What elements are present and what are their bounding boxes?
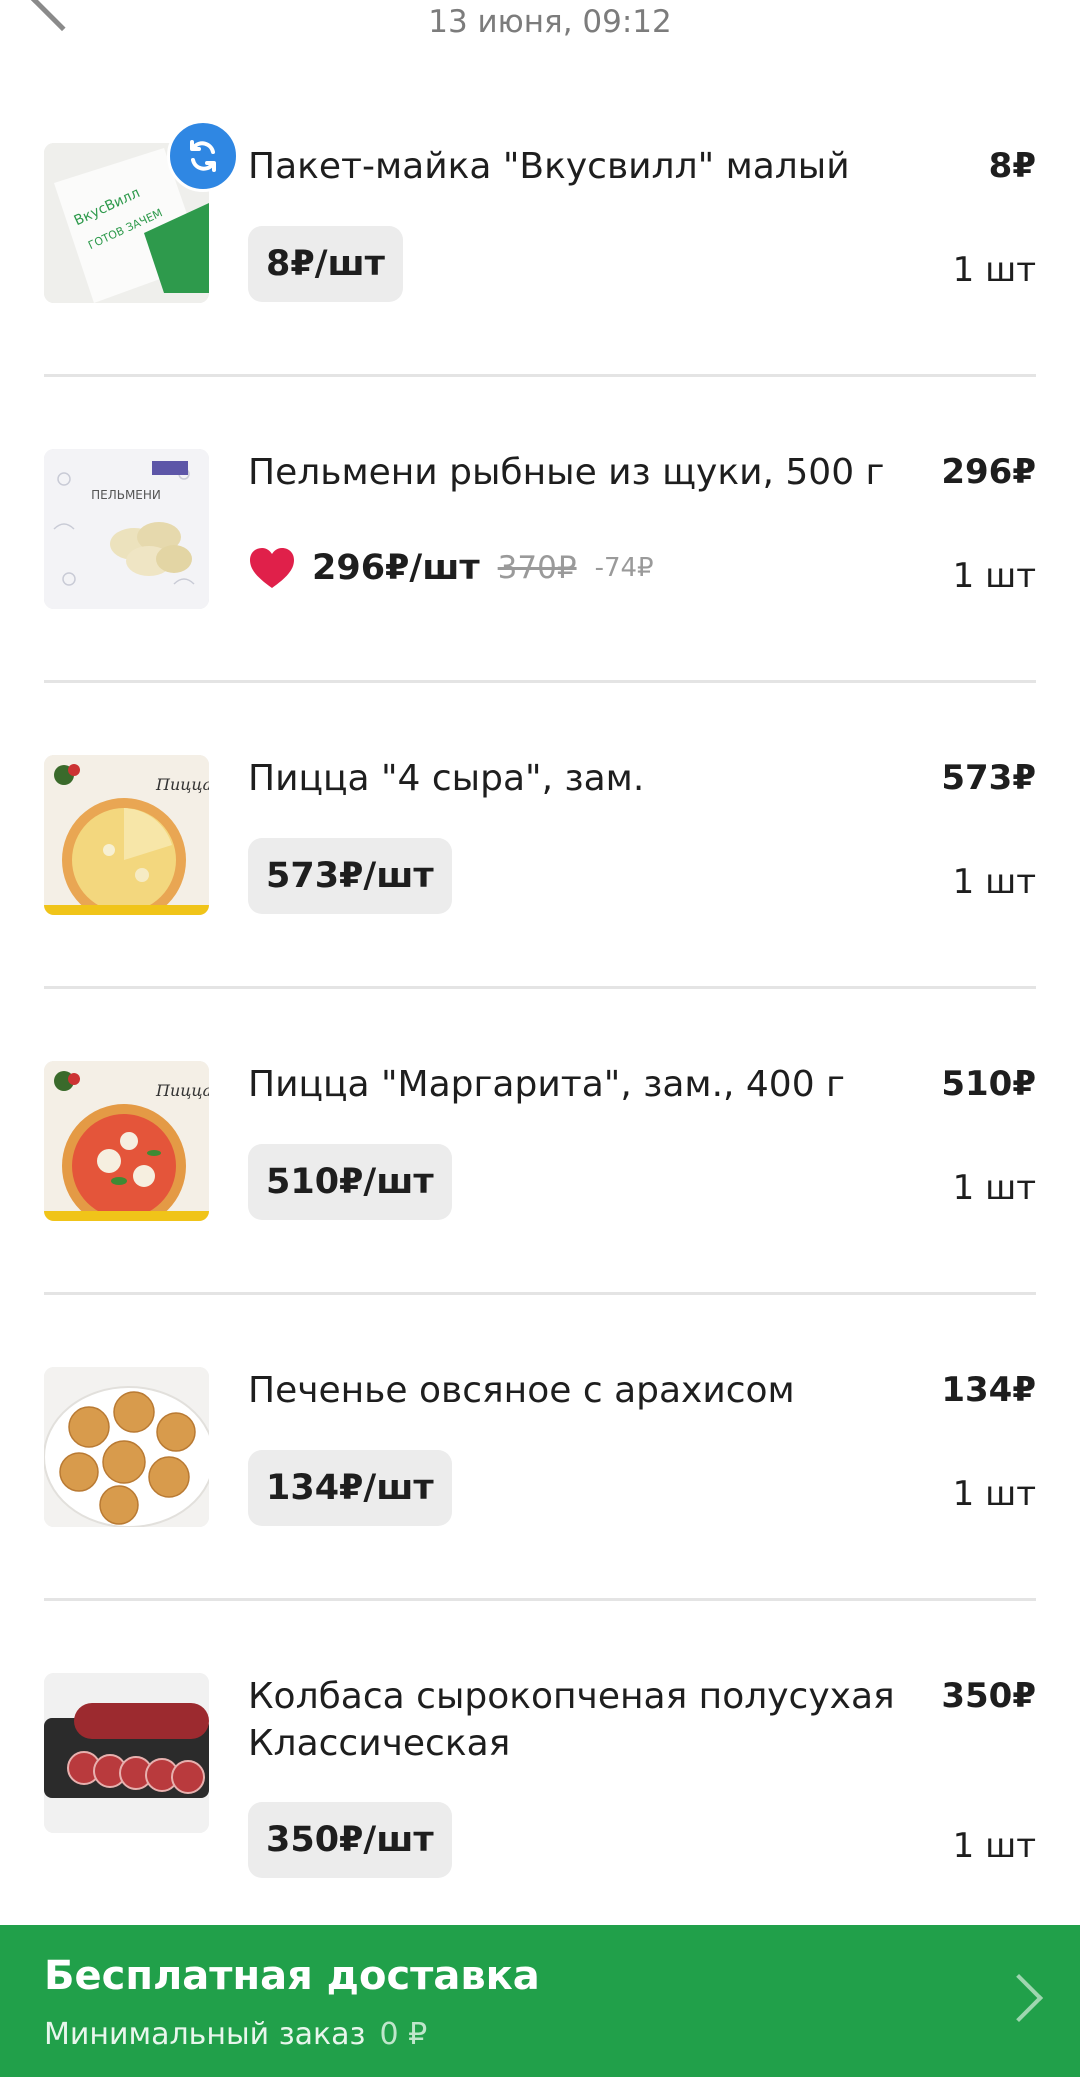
heart-icon[interactable] [248, 546, 296, 590]
item-total: 573₽ [941, 758, 1036, 798]
item-name: Пельмени рыбные из щуки, 500 г [248, 452, 885, 493]
product-image-dumplings: ПЕЛЬМЕНИ [44, 449, 209, 609]
product-image-cookies [44, 1367, 209, 1527]
product-image-sausage [44, 1673, 209, 1833]
item-quantity: 1 шт [952, 862, 1036, 902]
product-image-pizza-4-cheese: Пицца [44, 755, 209, 915]
item-quantity: 1 шт [952, 1168, 1036, 1208]
item-total: 134₽ [941, 1370, 1036, 1410]
order-date: 13 июня, 09:12 [428, 4, 672, 40]
promo-price-row: 296₽/шт 370₽ -74₽ [248, 538, 654, 598]
item-quantity: 1 шт [952, 250, 1036, 290]
product-image-pizza-margherita: Пицца [44, 1061, 209, 1221]
divider [44, 986, 1036, 989]
item-quantity: 1 шт [952, 1826, 1036, 1866]
divider [44, 680, 1036, 683]
unit-price-badge: 510₽/шт [248, 1144, 452, 1220]
discount-amount: -74₽ [594, 553, 654, 583]
item-quantity: 1 шт [952, 1474, 1036, 1514]
item-total: 8₽ [988, 146, 1036, 186]
item-name: Пицца "Маргарита", зам., 400 г [248, 1064, 845, 1105]
unit-price-badge: 134₽/шт [248, 1450, 452, 1526]
delivery-banner[interactable]: Бесплатная доставка Минимальный заказ 0 ₽ [0, 1925, 1080, 2077]
chevron-right-icon[interactable] [994, 1973, 1044, 2023]
min-order-value: 0 ₽ [379, 2017, 428, 2052]
item-quantity: 1 шт [952, 556, 1036, 596]
sync-icon[interactable] [167, 120, 239, 192]
unit-price-badge: 573₽/шт [248, 838, 452, 914]
svg-text:Пицца: Пицца [155, 775, 209, 794]
divider [44, 1598, 1036, 1601]
old-price: 370₽ [497, 550, 577, 586]
min-order-label: Минимальный заказ [44, 2017, 366, 2052]
item-total: 510₽ [941, 1064, 1036, 1104]
item-name: Колбаса сырокопченая полусухая Классичес… [248, 1676, 895, 1764]
svg-text:Пицца: Пицца [155, 1081, 209, 1100]
item-name: Пицца "4 сыра", зам. [248, 758, 645, 799]
item-name: Печенье овсяное с арахисом [248, 1370, 795, 1411]
unit-price-badge: 8₽/шт [248, 226, 403, 302]
item-name: Пакет-майка "Вкусвилл" малый [248, 146, 850, 187]
divider [44, 1292, 1036, 1295]
item-total: 350₽ [941, 1676, 1036, 1716]
unit-price: 296₽/шт [312, 548, 480, 588]
divider [44, 374, 1036, 377]
delivery-title: Бесплатная доставка [44, 1953, 540, 1999]
unit-price-badge: 350₽/шт [248, 1802, 452, 1878]
item-total: 296₽ [941, 452, 1036, 492]
svg-text:ПЕЛЬМЕНИ: ПЕЛЬМЕНИ [91, 488, 161, 502]
min-order-row: Минимальный заказ 0 ₽ [44, 2017, 427, 2052]
